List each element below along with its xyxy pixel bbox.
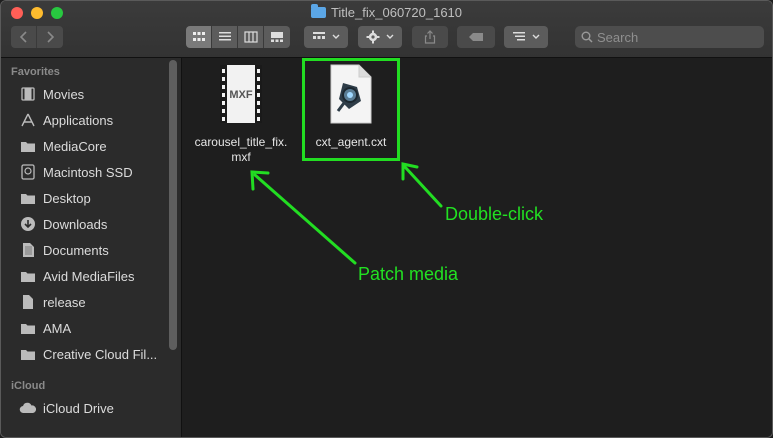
window-title: Title_fix_060720_1610: [1, 4, 772, 20]
columns-icon: [243, 31, 258, 43]
tags-button[interactable]: [457, 26, 495, 48]
cloud-icon: [19, 400, 37, 416]
gallery-icon: [271, 32, 283, 42]
sidebar-item-release[interactable]: release: [19, 291, 167, 313]
back-forward-control: [11, 26, 63, 48]
chevron-down-icon: [332, 34, 340, 39]
sidebar-item-label: release: [43, 294, 86, 310]
mxf-video-icon: MXF: [220, 65, 262, 123]
desktop-icon: [19, 190, 37, 206]
sidebar-item-label: Desktop: [43, 190, 91, 206]
search-icon: [581, 31, 593, 43]
favorites-section-title: Favorites: [11, 66, 60, 78]
sidebar-item-downloads[interactable]: Downloads: [19, 213, 167, 235]
folder-icon: [19, 320, 37, 336]
file-item-mxf[interactable]: MXF carousel_title_fix. mxf: [187, 63, 295, 165]
icon-view-button[interactable]: [186, 26, 212, 48]
action-menu-button[interactable]: [358, 26, 402, 48]
tag-icon: [469, 33, 483, 41]
sidebar-item-label: MediaCore: [43, 138, 107, 154]
annotation-patch-media: Patch media: [358, 264, 459, 284]
folder-icon: [19, 268, 37, 284]
chevron-down-icon: [386, 34, 394, 39]
forward-button[interactable]: [37, 26, 63, 48]
sidebar-item-label: Macintosh SSD: [43, 164, 133, 180]
share-icon: [424, 30, 436, 44]
sidebar-item-documents[interactable]: Documents: [19, 239, 167, 261]
search-field[interactable]: [575, 26, 764, 48]
sidebar-item-label: Avid MediaFiles: [43, 268, 135, 284]
sidebar-item-label: AMA: [43, 320, 72, 336]
chevron-down-icon: [532, 34, 540, 39]
window-title-text: Title_fix_060720_1610: [330, 5, 463, 20]
chevron-right-icon: [47, 31, 54, 43]
download-icon: [19, 216, 37, 232]
highlight-box: [302, 58, 400, 161]
file-icon: [19, 294, 37, 310]
group-by-button[interactable]: [304, 26, 348, 48]
gallery-view-button[interactable]: [264, 26, 290, 48]
list-icon: [218, 32, 231, 41]
icloud-section-title: iCloud: [11, 380, 46, 392]
sort-icon: [513, 32, 525, 41]
applications-icon: [19, 112, 37, 128]
folder-icon: [310, 4, 326, 18]
share-button[interactable]: [412, 26, 448, 48]
chevron-left-icon: [19, 31, 27, 43]
film-icon: [19, 86, 37, 102]
group-icon: [313, 32, 325, 39]
annotation-double-click: Double-click: [445, 204, 544, 224]
gear-icon: [366, 30, 380, 44]
finder-window: Title_fix_060720_1610 Search Favorites M…: [0, 0, 773, 438]
sidebar-item-icloud-drive[interactable]: iCloud Drive: [19, 397, 167, 419]
folder-icon: [19, 346, 37, 362]
sidebar-item-label: iCloud Drive: [43, 400, 114, 416]
grid-icon: [192, 32, 205, 41]
sidebar-item-label: Applications: [43, 112, 114, 128]
sidebar-item-desktop[interactable]: Desktop: [19, 187, 167, 209]
toolbar: Title_fix_060720_1610: [1, 1, 772, 58]
sidebar: Favorites Movies Applications MediaCore …: [1, 58, 182, 437]
sidebar-item-movies[interactable]: Movies: [19, 83, 167, 105]
sidebar-item-mediacore[interactable]: MediaCore: [19, 135, 167, 157]
sidebar-item-label: Downloads: [43, 216, 108, 232]
sidebar-item-label: Creative Cloud Fil...: [43, 346, 158, 362]
file-name-line1: carousel_title_fix.: [194, 135, 288, 149]
sidebar-item-ama[interactable]: AMA: [19, 317, 167, 339]
search-input[interactable]: [597, 26, 757, 48]
sidebar-item-label: Documents: [43, 242, 109, 258]
sidebar-item-creative-cloud-files[interactable]: Creative Cloud Fil...: [19, 343, 167, 365]
back-button[interactable]: [11, 26, 37, 48]
arrange-button[interactable]: [504, 26, 548, 48]
file-name-line2: mxf: [231, 150, 251, 164]
mxf-icon-label: MXF: [229, 89, 253, 101]
document-icon: [19, 242, 37, 258]
list-view-button[interactable]: [212, 26, 238, 48]
hard-drive-icon: [19, 164, 37, 180]
sidebar-item-applications[interactable]: Applications: [19, 109, 167, 131]
sidebar-item-macintosh-ssd[interactable]: Macintosh SSD: [19, 161, 167, 183]
sidebar-item-avid-mediafiles[interactable]: Avid MediaFiles: [19, 265, 167, 287]
view-mode-control: [186, 26, 290, 48]
folder-icon: [19, 138, 37, 154]
sidebar-item-label: Movies: [43, 86, 85, 102]
sidebar-scrollbar[interactable]: [169, 60, 177, 350]
column-view-button[interactable]: [238, 26, 264, 48]
